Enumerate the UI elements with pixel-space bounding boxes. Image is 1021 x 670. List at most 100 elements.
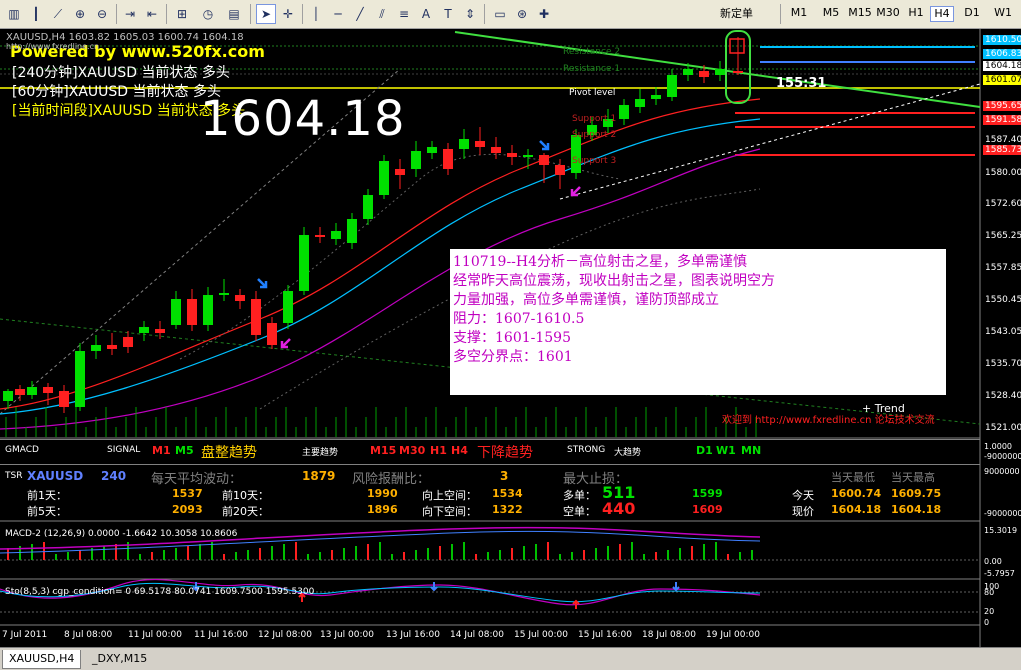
macd-axis-bottom: -5.7957 (984, 569, 1015, 578)
candle-body (155, 329, 165, 333)
price-tick: 1535.70 (985, 359, 1021, 369)
time-tick: 15 Jul 16:00 (578, 630, 632, 640)
tsr-today-low: 1600.74 (831, 487, 882, 500)
label-tool-icon[interactable]: T (438, 4, 458, 24)
channel-icon[interactable]: ⫽ (372, 4, 392, 24)
timeframe-h4[interactable]: H4 (930, 6, 954, 22)
text-tool-icon[interactable]: A (416, 4, 436, 24)
tsr-up-space-value: 1534 (492, 487, 523, 500)
sto-down-arrow-icon (430, 582, 438, 592)
chart-window[interactable]: XAUUSD,H4 1603.82 1605.03 1600.74 1604.1… (0, 29, 1021, 647)
new-order-icon[interactable]: ✚ (534, 4, 554, 24)
zoom-out-icon[interactable]: ⊖ (92, 4, 112, 24)
candle-body (715, 69, 725, 75)
timeframe-w1[interactable]: W1 (990, 6, 1016, 22)
macd-axis-zero: 0.00 (984, 557, 1002, 566)
timeframe-m30[interactable]: M30 (874, 6, 902, 22)
candle-body (91, 345, 101, 351)
price-tick: 1528.40 (985, 391, 1021, 401)
macd-axis-top: 15.3019 (984, 526, 1018, 535)
tsr-avg-vol-value: 1879 (302, 469, 336, 483)
tsr-symbol: XAUUSD (27, 469, 84, 483)
price-tick: 1601.07 (983, 75, 1021, 85)
gmacd-strong: STRONG (567, 445, 606, 455)
time-tick: 18 Jul 08:00 (642, 630, 696, 640)
status-60: [60分钟]XAUUSD 当前状态 多头 (12, 84, 221, 100)
zoom-in-icon[interactable]: ⊕ (70, 4, 90, 24)
gmacd-big-trend: 大趋势 (614, 448, 642, 458)
candle-body (315, 235, 325, 237)
candle-body (75, 351, 85, 407)
price-tick: 1543.05 (985, 327, 1021, 337)
tsr-axis-top: 9000000 (984, 467, 1020, 476)
gmacd-axis-bottom: -9000000 (984, 452, 1021, 461)
analysis-line-6: 多空分界点：1601 (453, 349, 573, 365)
tsr-prev20-label: 前20天： (222, 505, 269, 518)
templates-icon[interactable]: ▤ (224, 4, 244, 24)
candle-body (491, 147, 501, 153)
time-tick: 12 Jul 08:00 (258, 630, 312, 640)
timeframe-m1[interactable]: M1 (786, 6, 812, 22)
tsr-today-label: 今天 (792, 489, 814, 502)
price-tick: 1606.83 (983, 49, 1021, 59)
gmacd-down-trend: 下降趋势 (477, 445, 533, 461)
timeframe-m15[interactable]: M15 (846, 6, 874, 22)
navigator-icon[interactable]: ▭ (490, 4, 510, 24)
vertical-line-icon[interactable]: │ (306, 4, 326, 24)
cursor-icon[interactable]: ➤ (256, 4, 276, 24)
tab-dxy-m15[interactable]: _DXY,M15 (86, 650, 153, 668)
candle-body (411, 151, 421, 169)
tsr-today-high: 1609.75 (891, 487, 942, 500)
gmacd-h1: H1 (430, 444, 447, 457)
gmacd-consolidation: 盘整趋势 (201, 445, 257, 461)
periods-icon[interactable]: ◷ (198, 4, 218, 24)
candle-body (475, 141, 485, 147)
tsr-risk-label: 风险报酬比： (352, 472, 431, 487)
gmacd-h4: H4 (451, 444, 468, 457)
line-chart-icon[interactable]: ⟋ (48, 4, 68, 24)
gmacd-mn: MN (741, 444, 762, 457)
indicators-icon[interactable]: ⊞ (172, 4, 192, 24)
new-order-button[interactable]: 新定单 (720, 5, 753, 21)
gmacd-panel: GMACD SIGNAL M1 M5 盘整趋势 主要趋势 M15 M30 H1 … (0, 439, 980, 464)
price-tick: 1595.65 (983, 101, 1021, 111)
bar-countdown: 155:31 (776, 76, 827, 91)
candle-body (699, 71, 709, 77)
tsr-prev1-label: 前1天： (27, 489, 67, 502)
tsr-label: TSR (5, 471, 23, 481)
tsr-today-low-label: 当天最低 (831, 471, 875, 484)
tsr-today-high-label: 当天最高 (891, 471, 935, 484)
candle-body (59, 391, 69, 407)
candlestick-icon[interactable]: ┃ (26, 4, 46, 24)
chart-shift-icon[interactable]: ⇤ (142, 4, 162, 24)
trend-label: + Trend (862, 402, 905, 415)
bar-chart-icon[interactable]: ▥ (4, 4, 24, 24)
price-tick: 1591.58 (983, 115, 1021, 125)
market-watch-icon[interactable]: ⊛ (512, 4, 532, 24)
tsr-up-space-label: 向上空间： (422, 489, 477, 502)
autoscroll-icon[interactable]: ⇥ (120, 4, 140, 24)
crosshair-icon[interactable]: ✛ (278, 4, 298, 24)
fibonacci-icon[interactable]: ≡ (394, 4, 414, 24)
candle-body (43, 387, 53, 393)
tab-xauusd-h4[interactable]: XAUUSD,H4 (2, 650, 82, 669)
sto-label: Sto(8,5,3) cgp_condition= 0 69.5178 80.0… (5, 587, 315, 597)
gmacd-m15: M15 (370, 444, 397, 457)
trendline-icon[interactable]: ╱ (350, 4, 370, 24)
candle-body (539, 155, 549, 165)
candle-body (427, 147, 437, 153)
candle-body (139, 327, 149, 333)
timeframe-m5[interactable]: M5 (818, 6, 844, 22)
analysis-line-2: 经常昨天高位震荡，现收出射击之星，图表说明空方 (453, 273, 775, 289)
resistance2-label: Resistance 2 (563, 47, 621, 57)
candle-body (523, 155, 533, 157)
timeframe-h1[interactable]: H1 (904, 6, 928, 22)
horizontal-line-icon[interactable]: ─ (328, 4, 348, 24)
price-tick: 1585.73 (983, 145, 1021, 155)
tsr-prev10-value: 1990 (367, 487, 398, 500)
tsr-prev5-value: 2093 (172, 503, 203, 516)
down-arrow-icon (257, 278, 268, 289)
price-tick: 1550.45 (985, 295, 1021, 305)
timeframe-d1[interactable]: D1 (960, 6, 984, 22)
arrows-tool-icon[interactable]: ⇕ (460, 4, 480, 24)
